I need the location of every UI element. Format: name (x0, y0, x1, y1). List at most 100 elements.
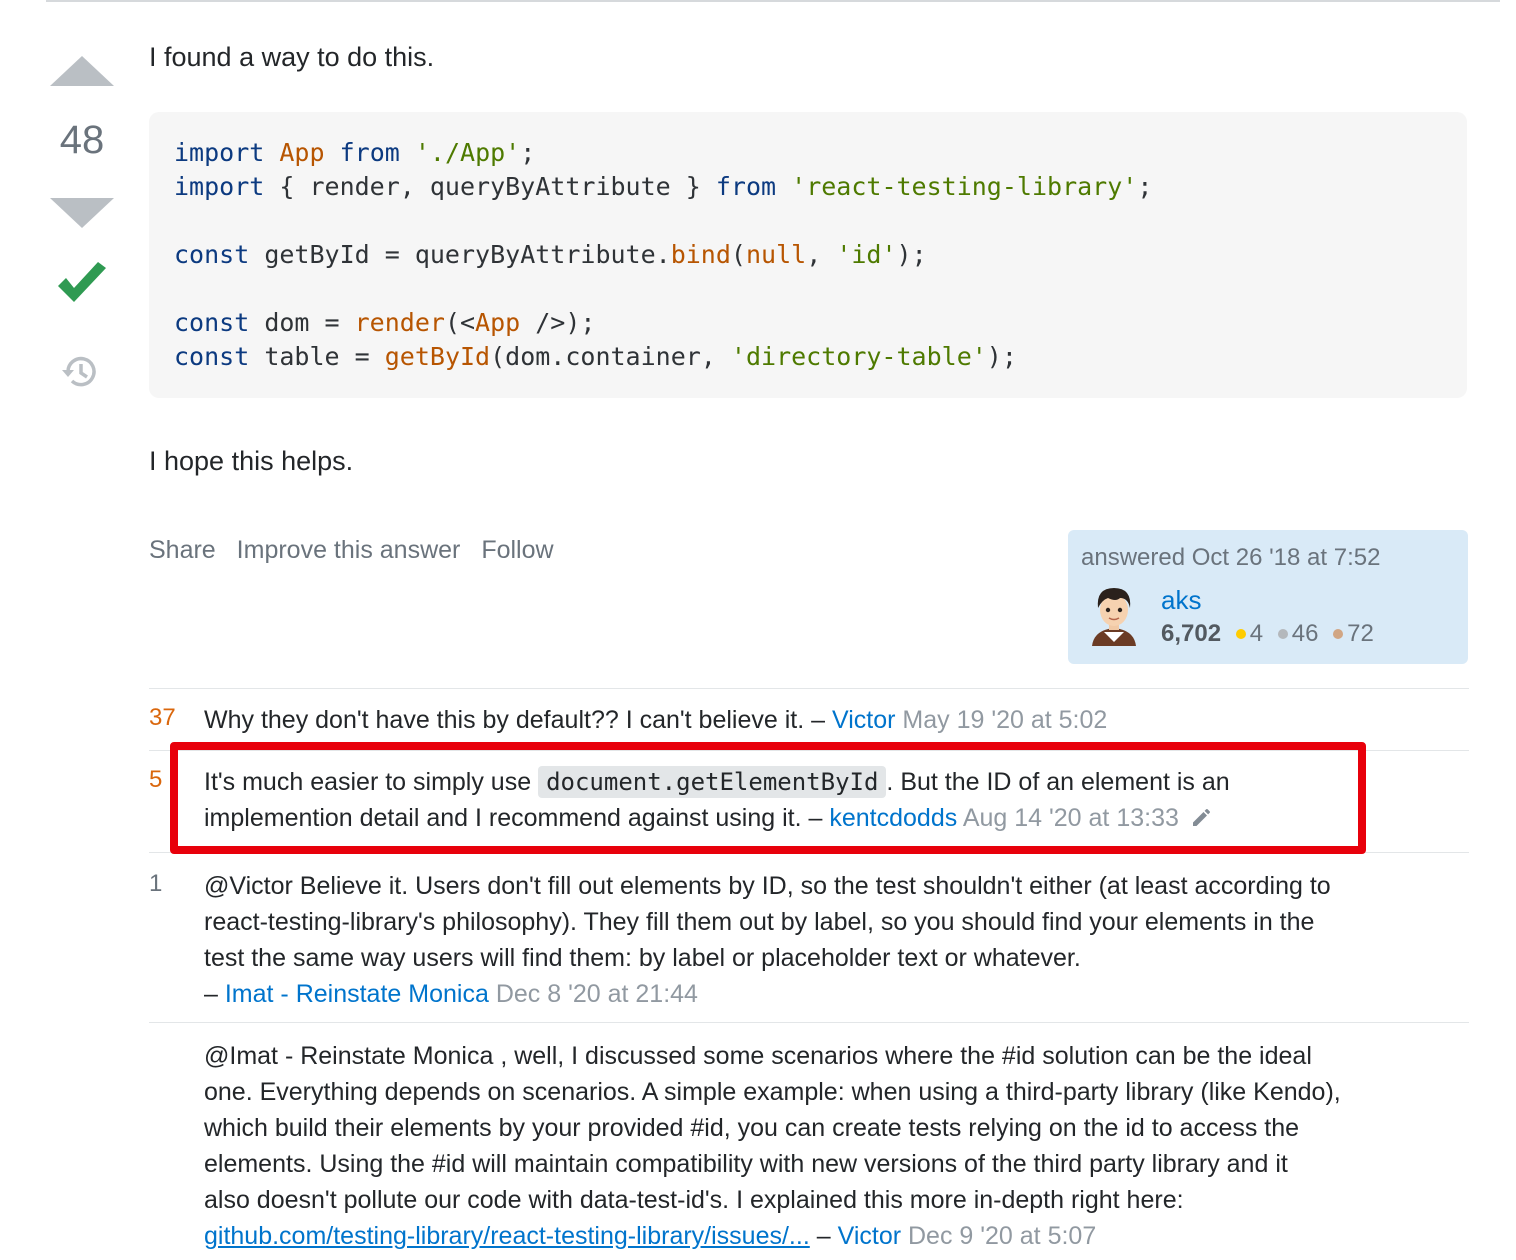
comments-divider (149, 688, 1469, 689)
comment-divider (149, 852, 1469, 853)
silver-badge-count: 46 (1291, 620, 1319, 647)
comment-user-link[interactable]: Victor (832, 706, 895, 734)
comment-text: one. Everything depends on scenarios. A … (204, 1078, 1341, 1106)
comment-text: . But the ID of an element is an (886, 768, 1230, 796)
code-token: table = (249, 342, 385, 371)
comment-divider (149, 1022, 1469, 1023)
comment-dash: – (816, 1222, 831, 1250)
code-token: ); (896, 240, 927, 269)
code-token: />); (520, 308, 596, 337)
comment-user-link[interactable]: kentcdodds (829, 804, 957, 832)
code-token: import (174, 138, 265, 167)
github-issue-link[interactable]: github.com/testing-library/react-testing… (204, 1222, 810, 1250)
code-token: const (174, 240, 250, 269)
code-token: { render, queryByAttribute } (264, 172, 716, 201)
code-token: from (715, 172, 777, 201)
code-token: ); (986, 342, 1017, 371)
code-token: render (354, 308, 445, 337)
follow-link[interactable]: Follow (481, 536, 553, 564)
comment: @Imat - Reinstate Monica , well, I discu… (204, 1038, 1454, 1254)
downvote-arrow-icon[interactable] (50, 198, 114, 228)
code-token: from (339, 138, 400, 167)
comment-date[interactable]: Dec 8 '20 at 21:44 (496, 980, 698, 1008)
code-token: 'id' (836, 240, 897, 269)
code-token: const (174, 342, 250, 371)
answer-outro: I hope this helps. (149, 446, 354, 476)
answer-score: 48 (59, 118, 105, 162)
user-signature-card: answered Oct 26 '18 at 7:52 aks 6,702 4 … (1068, 530, 1468, 664)
code-line: const table = getById(dom.container, 'di… (174, 340, 1017, 374)
comment-text: Why they don't have this by default?? I … (204, 706, 826, 734)
comment: It's much easier to simply use document.… (204, 764, 1454, 836)
comment-text: elements. Using the #id will maintain co… (204, 1150, 1288, 1178)
code-token: getById (384, 342, 491, 371)
code-token: const (174, 308, 250, 337)
code-block: import App from './App'; import { render,… (149, 112, 1467, 398)
comment-text: It's much easier to simply use (204, 768, 532, 796)
comment-user-link[interactable]: Imat - Reinstate Monica (225, 980, 489, 1008)
code-token: 'react-testing-library' (791, 172, 1138, 201)
code-token: (dom.container, (490, 342, 731, 371)
code-token: ; (1137, 172, 1153, 201)
code-token: import (174, 172, 265, 201)
code-line: import App from './App'; (174, 136, 535, 170)
gold-badge-count: 4 (1249, 620, 1264, 647)
comment: Why they don't have this by default?? I … (204, 702, 1454, 738)
user-reputation: 6,702 4 46 72 (1161, 620, 1374, 648)
bronze-badge-count: 72 (1347, 620, 1374, 647)
history-icon[interactable] (60, 352, 100, 392)
comment-score: 1 (149, 870, 163, 897)
bronze-badge-icon (1333, 628, 1344, 639)
code-token: (< (444, 308, 476, 337)
code-token: , (806, 240, 837, 269)
user-name-link[interactable]: aks (1161, 585, 1201, 616)
improve-answer-link[interactable]: Improve this answer (237, 536, 461, 564)
answer-intro: I found a way to do this. (149, 42, 435, 72)
comment: @Victor Believe it. Users don't fill out… (204, 868, 1454, 1012)
comment-dash: – (204, 980, 218, 1008)
comment-text: test the same way users will find them: … (204, 944, 1081, 972)
code-token: dom = (249, 308, 355, 337)
code-token: ( (730, 240, 746, 269)
comment-text: which build their elements by your provi… (204, 1114, 1300, 1142)
top-divider (46, 0, 1500, 2)
comment-user-link[interactable]: Victor (838, 1222, 901, 1250)
code-token: App (279, 138, 325, 167)
code-token: null (745, 240, 807, 269)
avatar[interactable] (1082, 582, 1146, 646)
code-token: ; (520, 138, 536, 167)
answered-time: answered Oct 26 '18 at 7:52 (1081, 544, 1381, 571)
accepted-check-icon (58, 262, 106, 302)
comment-text: implemention detail and I recommend agai… (204, 804, 823, 832)
comment-divider (149, 750, 1469, 751)
comment-date[interactable]: Dec 9 '20 at 5:07 (908, 1222, 1096, 1250)
comment-score: 37 (149, 704, 176, 731)
comment-date[interactable]: May 19 '20 at 5:02 (902, 706, 1107, 734)
code-line: const getById = queryByAttribute.bind(nu… (174, 238, 927, 272)
code-token: 'directory-table' (730, 342, 987, 371)
post-menu: Share Improve this answer Follow (149, 536, 568, 565)
reputation-score: 6,702 (1161, 620, 1222, 647)
comment-text: react-testing-library's philosophy). The… (204, 908, 1315, 936)
silver-badge-icon (1277, 628, 1288, 639)
share-link[interactable]: Share (149, 536, 216, 564)
code-token: './App' (414, 138, 521, 167)
comment-text: also doesn't pollute our code with data-… (204, 1186, 1184, 1214)
comment-score: 5 (149, 766, 163, 793)
code-token: App (475, 308, 521, 337)
edit-pencil-icon (1192, 809, 1210, 826)
comment-date[interactable]: Aug 14 '20 at 13:33 (963, 804, 1179, 832)
code-line: import { render, queryByAttribute } from… (174, 170, 1152, 204)
code-token: bind (670, 240, 731, 269)
upvote-arrow-icon[interactable] (50, 56, 114, 86)
inline-code: document.getElementById (538, 766, 887, 798)
gold-badge-icon (1235, 628, 1246, 639)
comment-text: @Imat - Reinstate Monica , well, I discu… (204, 1042, 1312, 1070)
code-token: getById = queryByAttribute. (249, 240, 671, 269)
code-line: const dom = render(<App />); (174, 306, 595, 340)
comment-text: @Victor Believe it. Users don't fill out… (204, 872, 1331, 900)
